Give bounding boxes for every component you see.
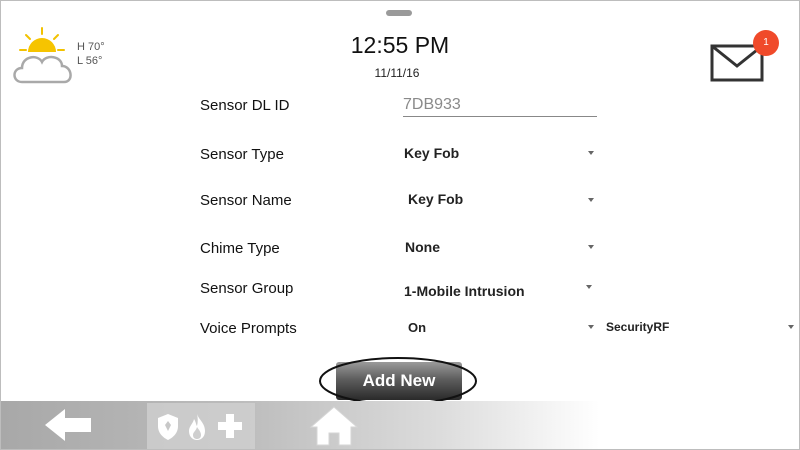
sensor-type-value: Key Fob bbox=[404, 145, 460, 161]
sensor-group-value: 1-Mobile Intrusion bbox=[404, 283, 525, 299]
pull-down-handle[interactable] bbox=[386, 10, 412, 16]
sensor-group-dropdown[interactable]: 1-Mobile Intrusion bbox=[398, 278, 600, 304]
clock-time: 12:55 PM bbox=[350, 32, 450, 58]
chevron-down-icon bbox=[588, 151, 594, 155]
sensor-dl-id-label: Sensor DL ID bbox=[200, 97, 290, 114]
sensor-type-label: Sensor Type bbox=[200, 146, 284, 163]
bottom-navigation-bar bbox=[1, 401, 799, 449]
voice-prompts-value: On bbox=[408, 320, 427, 335]
clock-date: 11/11/16 bbox=[374, 66, 420, 80]
sensor-name-value: Key Fob bbox=[408, 191, 464, 207]
sensor-name-dropdown[interactable]: Key Fob bbox=[398, 186, 600, 212]
chevron-down-icon bbox=[588, 198, 594, 202]
sensor-dl-id-input[interactable] bbox=[403, 94, 597, 117]
chime-type-value: None bbox=[405, 239, 440, 255]
temperature-high: H 70° bbox=[77, 41, 105, 53]
voice-prompts-label: Voice Prompts bbox=[200, 320, 297, 337]
medical-cross-icon bbox=[218, 414, 242, 438]
home-icon[interactable] bbox=[309, 405, 359, 447]
chevron-down-icon bbox=[788, 325, 794, 329]
chevron-down-icon bbox=[588, 245, 594, 249]
chevron-down-icon bbox=[586, 285, 592, 289]
protocol-value: SecurityRF bbox=[606, 320, 670, 334]
chime-type-label: Chime Type bbox=[200, 240, 280, 257]
sensor-group-label: Sensor Group bbox=[200, 280, 294, 297]
chime-type-dropdown[interactable]: None bbox=[398, 234, 600, 260]
partly-cloudy-icon bbox=[13, 27, 72, 84]
temperature-low: L 56° bbox=[77, 55, 103, 67]
messages-button[interactable]: 1 bbox=[706, 30, 780, 86]
sensor-name-label: Sensor Name bbox=[200, 192, 292, 209]
voice-prompts-dropdown[interactable]: On bbox=[402, 316, 598, 340]
shield-icon bbox=[158, 414, 178, 440]
sensor-type-dropdown[interactable]: Key Fob bbox=[398, 140, 600, 166]
fire-icon bbox=[189, 414, 205, 440]
unread-badge: 1 bbox=[753, 30, 779, 56]
back-arrow-icon[interactable] bbox=[41, 407, 95, 443]
chevron-down-icon bbox=[588, 325, 594, 329]
protocol-dropdown[interactable]: SecurityRF bbox=[604, 316, 798, 340]
add-new-button[interactable]: Add New bbox=[336, 362, 462, 400]
security-tab[interactable] bbox=[147, 403, 255, 449]
